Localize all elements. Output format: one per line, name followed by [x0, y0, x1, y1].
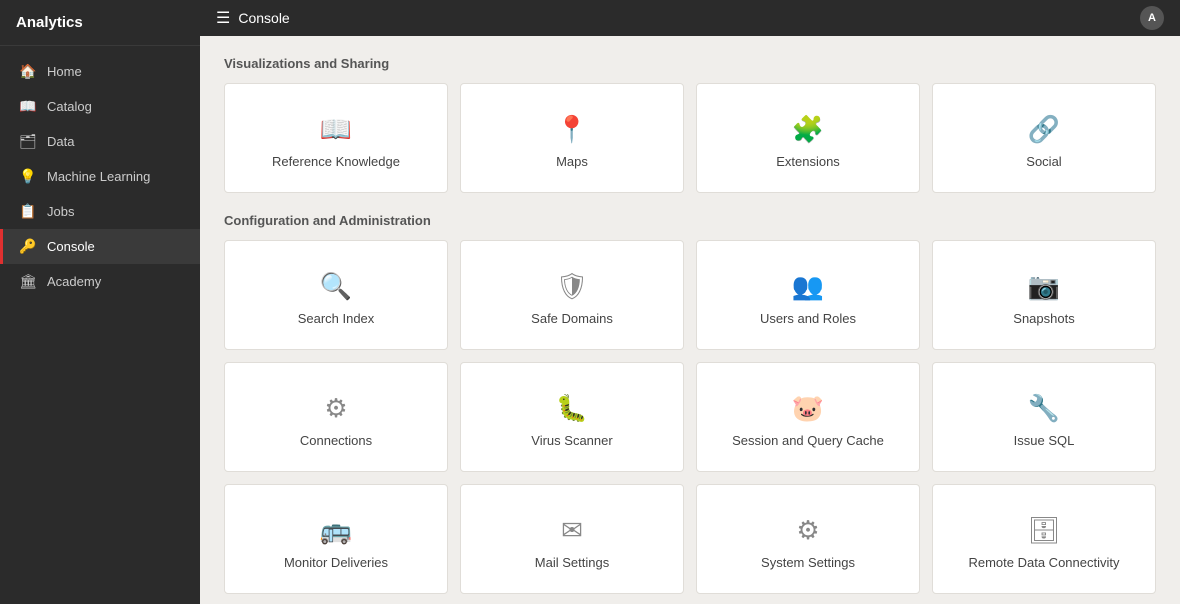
sidebar-item-console[interactable]: 🔑 Console — [0, 229, 200, 264]
issue-sql-icon: 🔧 — [1028, 395, 1060, 421]
cards-grid-visualizations: 📖 Reference Knowledge 📍 Maps 🧩 Extension… — [224, 83, 1156, 193]
console-icon: 🔑 — [19, 238, 37, 255]
content-area: Visualizations and Sharing 📖 Reference K… — [200, 36, 1180, 604]
academy-icon: 🏛 — [19, 273, 37, 290]
topbar: ☰ Console A — [200, 0, 1180, 36]
section-title-configuration: Configuration and Administration — [224, 213, 1156, 228]
connections-icon: ⚙ — [324, 395, 347, 421]
system-settings-icon: ⚙ — [796, 517, 819, 543]
remote-data-connectivity-icon: 🗄 — [1027, 517, 1060, 543]
users-and-roles-label: Users and Roles — [760, 311, 856, 326]
card-users-and-roles[interactable]: 👥 Users and Roles — [696, 240, 920, 350]
hamburger-icon[interactable]: ☰ — [216, 8, 230, 28]
sidebar-item-jobs[interactable]: 📋 Jobs — [0, 194, 200, 229]
search-index-label: Search Index — [298, 311, 375, 326]
sidebar-item-label: Catalog — [47, 99, 92, 114]
card-safe-domains[interactable]: 🛡 Safe Domains — [460, 240, 684, 350]
card-connections[interactable]: ⚙ Connections — [224, 362, 448, 472]
mail-settings-label: Mail Settings — [535, 555, 609, 570]
issue-sql-label: Issue SQL — [1014, 433, 1075, 448]
session-query-cache-icon: 🐷 — [792, 395, 824, 421]
cards-grid-configuration: 🔍 Search Index 🛡 Safe Domains 👥 Users an… — [224, 240, 1156, 594]
card-remote-data-connectivity[interactable]: 🗄 Remote Data Connectivity — [932, 484, 1156, 594]
card-session-query-cache[interactable]: 🐷 Session and Query Cache — [696, 362, 920, 472]
search-index-icon: 🔍 — [320, 273, 352, 299]
sidebar-item-label: Machine Learning — [47, 169, 150, 184]
card-reference-knowledge[interactable]: 📖 Reference Knowledge — [224, 83, 448, 193]
reference-knowledge-label: Reference Knowledge — [272, 154, 400, 169]
maps-label: Maps — [556, 154, 588, 169]
virus-scanner-label: Virus Scanner — [531, 433, 612, 448]
home-icon: 🏠 — [19, 63, 37, 80]
snapshots-icon: 📷 — [1028, 273, 1060, 299]
sidebar-item-academy[interactable]: 🏛 Academy — [0, 264, 200, 299]
monitor-deliveries-icon: 🚌 — [320, 517, 352, 543]
card-social[interactable]: 🔗 Social — [932, 83, 1156, 193]
mail-settings-icon: ✉ — [561, 517, 583, 543]
sidebar: Analytics 🏠 Home📖 Catalog🗂 Data💡 Machine… — [0, 0, 200, 604]
virus-scanner-icon: 🐛 — [556, 395, 588, 421]
sidebar-item-home[interactable]: 🏠 Home — [0, 54, 200, 89]
card-extensions[interactable]: 🧩 Extensions — [696, 83, 920, 193]
connections-label: Connections — [300, 433, 372, 448]
sidebar-item-catalog[interactable]: 📖 Catalog — [0, 89, 200, 124]
sidebar-item-label: Data — [47, 134, 74, 149]
topbar-left: ☰ Console — [216, 8, 290, 28]
brand: Analytics — [0, 0, 200, 46]
remote-data-connectivity-label: Remote Data Connectivity — [968, 555, 1119, 570]
card-virus-scanner[interactable]: 🐛 Virus Scanner — [460, 362, 684, 472]
card-search-index[interactable]: 🔍 Search Index — [224, 240, 448, 350]
data-icon: 🗂 — [19, 133, 37, 150]
safe-domains-icon: 🛡 — [555, 273, 588, 299]
extensions-icon: 🧩 — [792, 116, 824, 142]
reference-knowledge-icon: 📖 — [320, 116, 352, 142]
topbar-title: Console — [238, 10, 289, 26]
system-settings-label: System Settings — [761, 555, 855, 570]
avatar: A — [1140, 6, 1164, 30]
main-content: ☰ Console A Visualizations and Sharing 📖… — [200, 0, 1180, 604]
sidebar-nav: 🏠 Home📖 Catalog🗂 Data💡 Machine Learning📋… — [0, 46, 200, 604]
social-icon: 🔗 — [1028, 116, 1060, 142]
jobs-icon: 📋 — [19, 203, 37, 220]
maps-icon: 📍 — [556, 116, 588, 142]
card-mail-settings[interactable]: ✉ Mail Settings — [460, 484, 684, 594]
social-label: Social — [1026, 154, 1061, 169]
card-monitor-deliveries[interactable]: 🚌 Monitor Deliveries — [224, 484, 448, 594]
card-maps[interactable]: 📍 Maps — [460, 83, 684, 193]
sidebar-item-label: Academy — [47, 274, 101, 289]
session-query-cache-label: Session and Query Cache — [732, 433, 884, 448]
sidebar-item-data[interactable]: 🗂 Data — [0, 124, 200, 159]
extensions-label: Extensions — [776, 154, 840, 169]
card-snapshots[interactable]: 📷 Snapshots — [932, 240, 1156, 350]
snapshots-label: Snapshots — [1013, 311, 1074, 326]
users-and-roles-icon: 👥 — [792, 273, 824, 299]
monitor-deliveries-label: Monitor Deliveries — [284, 555, 388, 570]
card-system-settings[interactable]: ⚙ System Settings — [696, 484, 920, 594]
machine-learning-icon: 💡 — [19, 168, 37, 185]
section-title-visualizations: Visualizations and Sharing — [224, 56, 1156, 71]
catalog-icon: 📖 — [19, 98, 37, 115]
safe-domains-label: Safe Domains — [531, 311, 613, 326]
card-issue-sql[interactable]: 🔧 Issue SQL — [932, 362, 1156, 472]
sidebar-item-label: Console — [47, 239, 95, 254]
sidebar-item-label: Jobs — [47, 204, 74, 219]
sidebar-item-machine-learning[interactable]: 💡 Machine Learning — [0, 159, 200, 194]
sidebar-item-label: Home — [47, 64, 82, 79]
